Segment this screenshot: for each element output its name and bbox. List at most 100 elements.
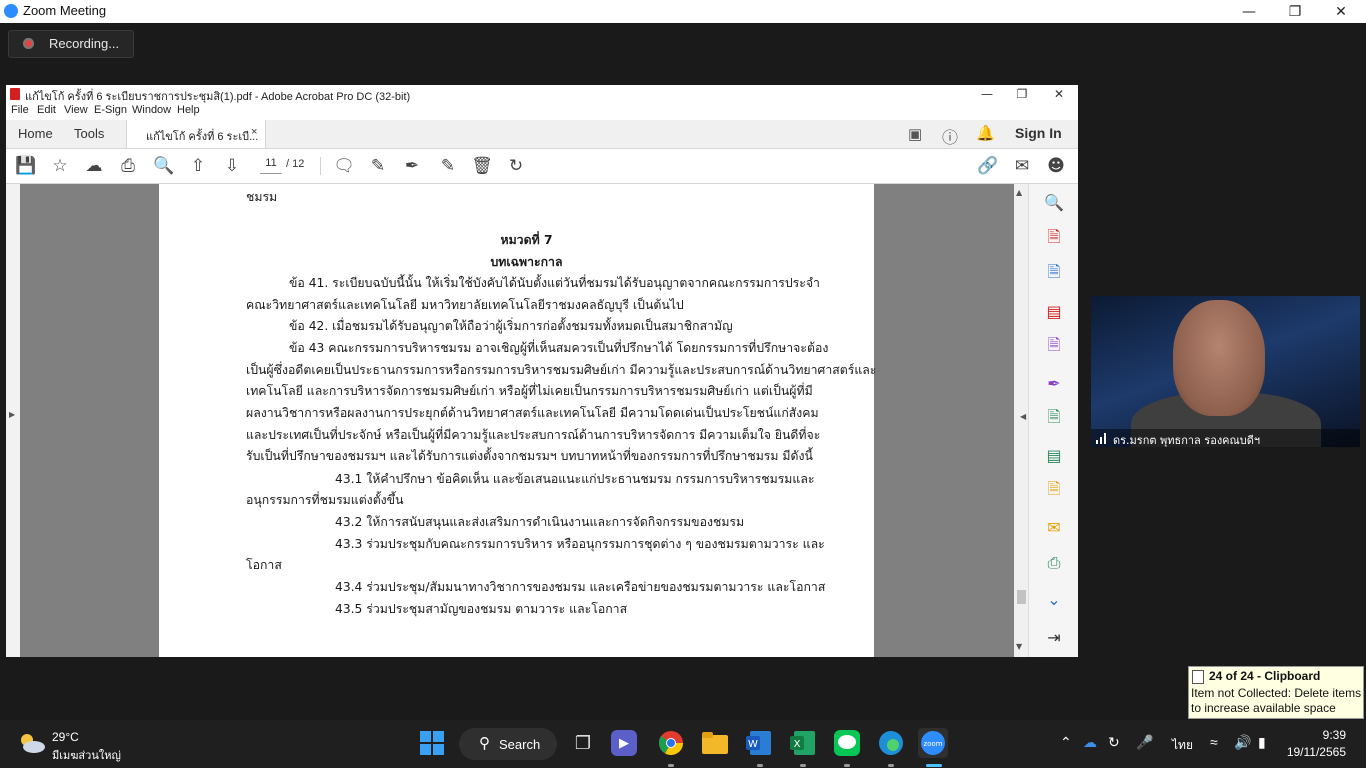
scrollbar-thumb[interactable] — [1017, 590, 1026, 604]
next-page-icon[interactable]: ⇩ — [222, 156, 242, 176]
menu-help[interactable]: Help — [177, 104, 200, 116]
email-icon[interactable]: ✉ — [1012, 156, 1032, 176]
chrome-icon[interactable] — [656, 728, 686, 758]
sign-in-button[interactable]: Sign In — [1015, 125, 1062, 141]
scroll-down-icon[interactable]: ▼ — [1016, 642, 1022, 651]
volume-icon[interactable]: 🔊 — [1234, 734, 1251, 751]
record-dot-icon — [23, 38, 34, 49]
participant-name: ดร.มรกต พุทธกาล รองคณบดีฯ — [1113, 434, 1261, 447]
delete-icon[interactable]: 🗑 — [471, 156, 493, 176]
zoom-app-icon[interactable]: zoom — [918, 728, 948, 758]
wifi-icon[interactable]: ≈ — [1210, 734, 1218, 750]
edge-running-indicator — [888, 764, 894, 767]
microphone-icon[interactable]: 🎤 — [1136, 734, 1153, 751]
cloudy-weather-icon[interactable] — [18, 732, 46, 754]
excel-icon[interactable]: X — [788, 728, 818, 758]
fill-sign-icon[interactable]: ✒ — [1043, 372, 1065, 394]
sync-icon[interactable]: ↻ — [1108, 734, 1120, 751]
start-windows-icon[interactable] — [417, 728, 447, 758]
edge-icon[interactable] — [876, 728, 906, 758]
participant-video[interactable]: ดร.มรกต พุทธกาล รองคณบดีฯ — [1091, 296, 1360, 447]
left-panel-strip[interactable]: ▶ — [6, 184, 20, 657]
restore-button[interactable]: ❐ — [1272, 0, 1318, 23]
expand-left-panel-icon[interactable]: ▶ — [9, 410, 15, 419]
doc-line: ผลงานวิชาการหรือผลงานการประยุกต์ด้านวิทย… — [246, 406, 819, 420]
onedrive-icon[interactable]: ☁ — [1083, 734, 1097, 751]
compare-files-icon[interactable]: ▤ — [1043, 444, 1065, 466]
close-tab-icon[interactable]: × — [251, 126, 257, 138]
pdf-file-icon — [10, 88, 20, 100]
menu-esign[interactable]: E-Sign — [94, 104, 127, 116]
svg-text:zoom: zoom — [923, 740, 942, 748]
help-icon[interactable]: ⓘ — [942, 124, 958, 148]
menu-file[interactable]: File — [11, 104, 29, 116]
recording-label: Recording... — [49, 36, 120, 51]
zoom-window-title: Zoom Meeting — [23, 3, 107, 18]
chrome-running-indicator — [668, 764, 674, 767]
tab-tools[interactable]: Tools — [74, 126, 104, 141]
acrobat-close-button[interactable]: ✕ — [1042, 85, 1076, 103]
zoom-active-indicator — [926, 764, 942, 767]
collapse-pane-icon[interactable]: ⇥ — [1043, 626, 1065, 648]
draw-sign-icon[interactable]: ✒ — [402, 156, 422, 176]
teams-chat-icon[interactable]: ▶ — [611, 730, 637, 756]
clipboard-notification[interactable]: 24 of 24 - Clipboard Item not Collected:… — [1188, 666, 1364, 719]
doc-line: เป็นผู้ซึ่งอดีตเคยเป็นประธานกรรมการหรือก… — [246, 363, 877, 377]
bell-icon[interactable]: 🔔 — [976, 124, 995, 142]
save-icon[interactable]: 💾 — [15, 156, 36, 176]
protect-icon[interactable]: 🗎 — [1043, 479, 1065, 502]
task-view-icon[interactable]: ❐ — [568, 728, 598, 758]
acrobat-restore-button[interactable]: ❐ — [1005, 85, 1039, 103]
tab-home[interactable]: Home — [18, 126, 53, 141]
zoom-out-icon[interactable]: 🔍 — [153, 156, 174, 176]
tab-document[interactable]: แก้ไขโก้ ครั้งที่ 6 ระเบี... × — [126, 120, 266, 148]
acrobat-minimize-button[interactable]: — — [970, 85, 1004, 103]
create-pdf-icon[interactable]: 🗎 — [1043, 227, 1065, 250]
acrobat-window: แก้ไขโก้ ครั้งที่ 6 ระเบียบราชการประชุมส… — [6, 85, 1078, 657]
collapse-right-panel-icon[interactable]: ◀ — [1020, 412, 1026, 421]
line-app-icon[interactable] — [832, 728, 862, 758]
recording-indicator[interactable]: Recording... — [8, 30, 134, 58]
weather-description[interactable]: มีเมฆส่วนใหญ่ — [52, 746, 121, 764]
edit-pdf-icon[interactable]: ✎ — [438, 156, 458, 176]
clock-date[interactable]: 19/11/2565 — [1280, 745, 1346, 759]
export-pdf-icon[interactable]: 🗎 — [1043, 262, 1065, 285]
print-icon[interactable]: ⎙ — [118, 156, 138, 176]
language-indicator[interactable]: ไทย — [1172, 736, 1193, 755]
more-tools-icon[interactable]: ⌄ — [1043, 588, 1065, 610]
search-icon: ⚲ — [479, 735, 490, 752]
word-icon[interactable]: W — [744, 728, 774, 758]
taskbar-search-button[interactable]: ⚲ Search — [459, 728, 557, 760]
previous-page-icon[interactable]: ⇧ — [188, 156, 208, 176]
comment-tool-icon[interactable]: ✉ — [1043, 516, 1065, 538]
participant-name-bar: ดร.มรกต พุทธกาล รองคณบดีฯ — [1091, 429, 1360, 447]
doc-line: อนุกรรมการที่ชมรมแต่งตั้งขึ้น — [246, 493, 404, 507]
clock-time[interactable]: 9:39 — [1290, 728, 1346, 742]
page-number-input[interactable]: 11 — [260, 157, 282, 174]
add-user-icon[interactable]: ☻ — [1046, 156, 1066, 176]
rotate-icon[interactable]: ↻ — [506, 156, 526, 176]
comment-icon[interactable]: 🗨 — [333, 156, 355, 176]
battery-icon[interactable]: ▮ — [1258, 734, 1266, 751]
right-tools-panel: ◀ 🔍 🗎 🗎 ▤ 🗎 ✒ 🗎 ▤ 🗎 ✉ ⎙ ⌄ ⇥ — [1020, 184, 1078, 657]
menu-view[interactable]: View — [64, 104, 88, 116]
show-hidden-icons-icon[interactable]: ⌃ — [1060, 734, 1072, 751]
weather-temperature[interactable]: 29°C — [52, 730, 79, 744]
share-link-icon[interactable]: 🔗 — [977, 156, 998, 176]
share-screen-icon[interactable]: ▣ — [908, 125, 922, 143]
file-explorer-icon[interactable] — [700, 728, 730, 758]
bookmark-star-icon[interactable]: ☆ — [50, 156, 70, 176]
send-for-signature-icon[interactable]: 🗎 — [1043, 407, 1065, 430]
minimize-button[interactable]: — — [1226, 0, 1272, 23]
menu-edit[interactable]: Edit — [37, 104, 56, 116]
organize-pages-icon[interactable]: ▤ — [1043, 300, 1065, 322]
search-zoom-icon[interactable]: 🔍 — [1043, 191, 1065, 213]
edit-document-icon[interactable]: 🗎 — [1043, 335, 1065, 358]
close-button[interactable]: ✕ — [1318, 0, 1364, 23]
highlight-pen-icon[interactable]: ✎ — [368, 156, 388, 176]
print-production-icon[interactable]: ⎙ — [1043, 552, 1065, 574]
signal-strength-icon — [1096, 433, 1106, 444]
upload-cloud-icon[interactable]: ☁ — [84, 156, 104, 176]
menu-window[interactable]: Window — [132, 104, 171, 116]
scroll-up-icon[interactable]: ▲ — [1016, 188, 1022, 197]
